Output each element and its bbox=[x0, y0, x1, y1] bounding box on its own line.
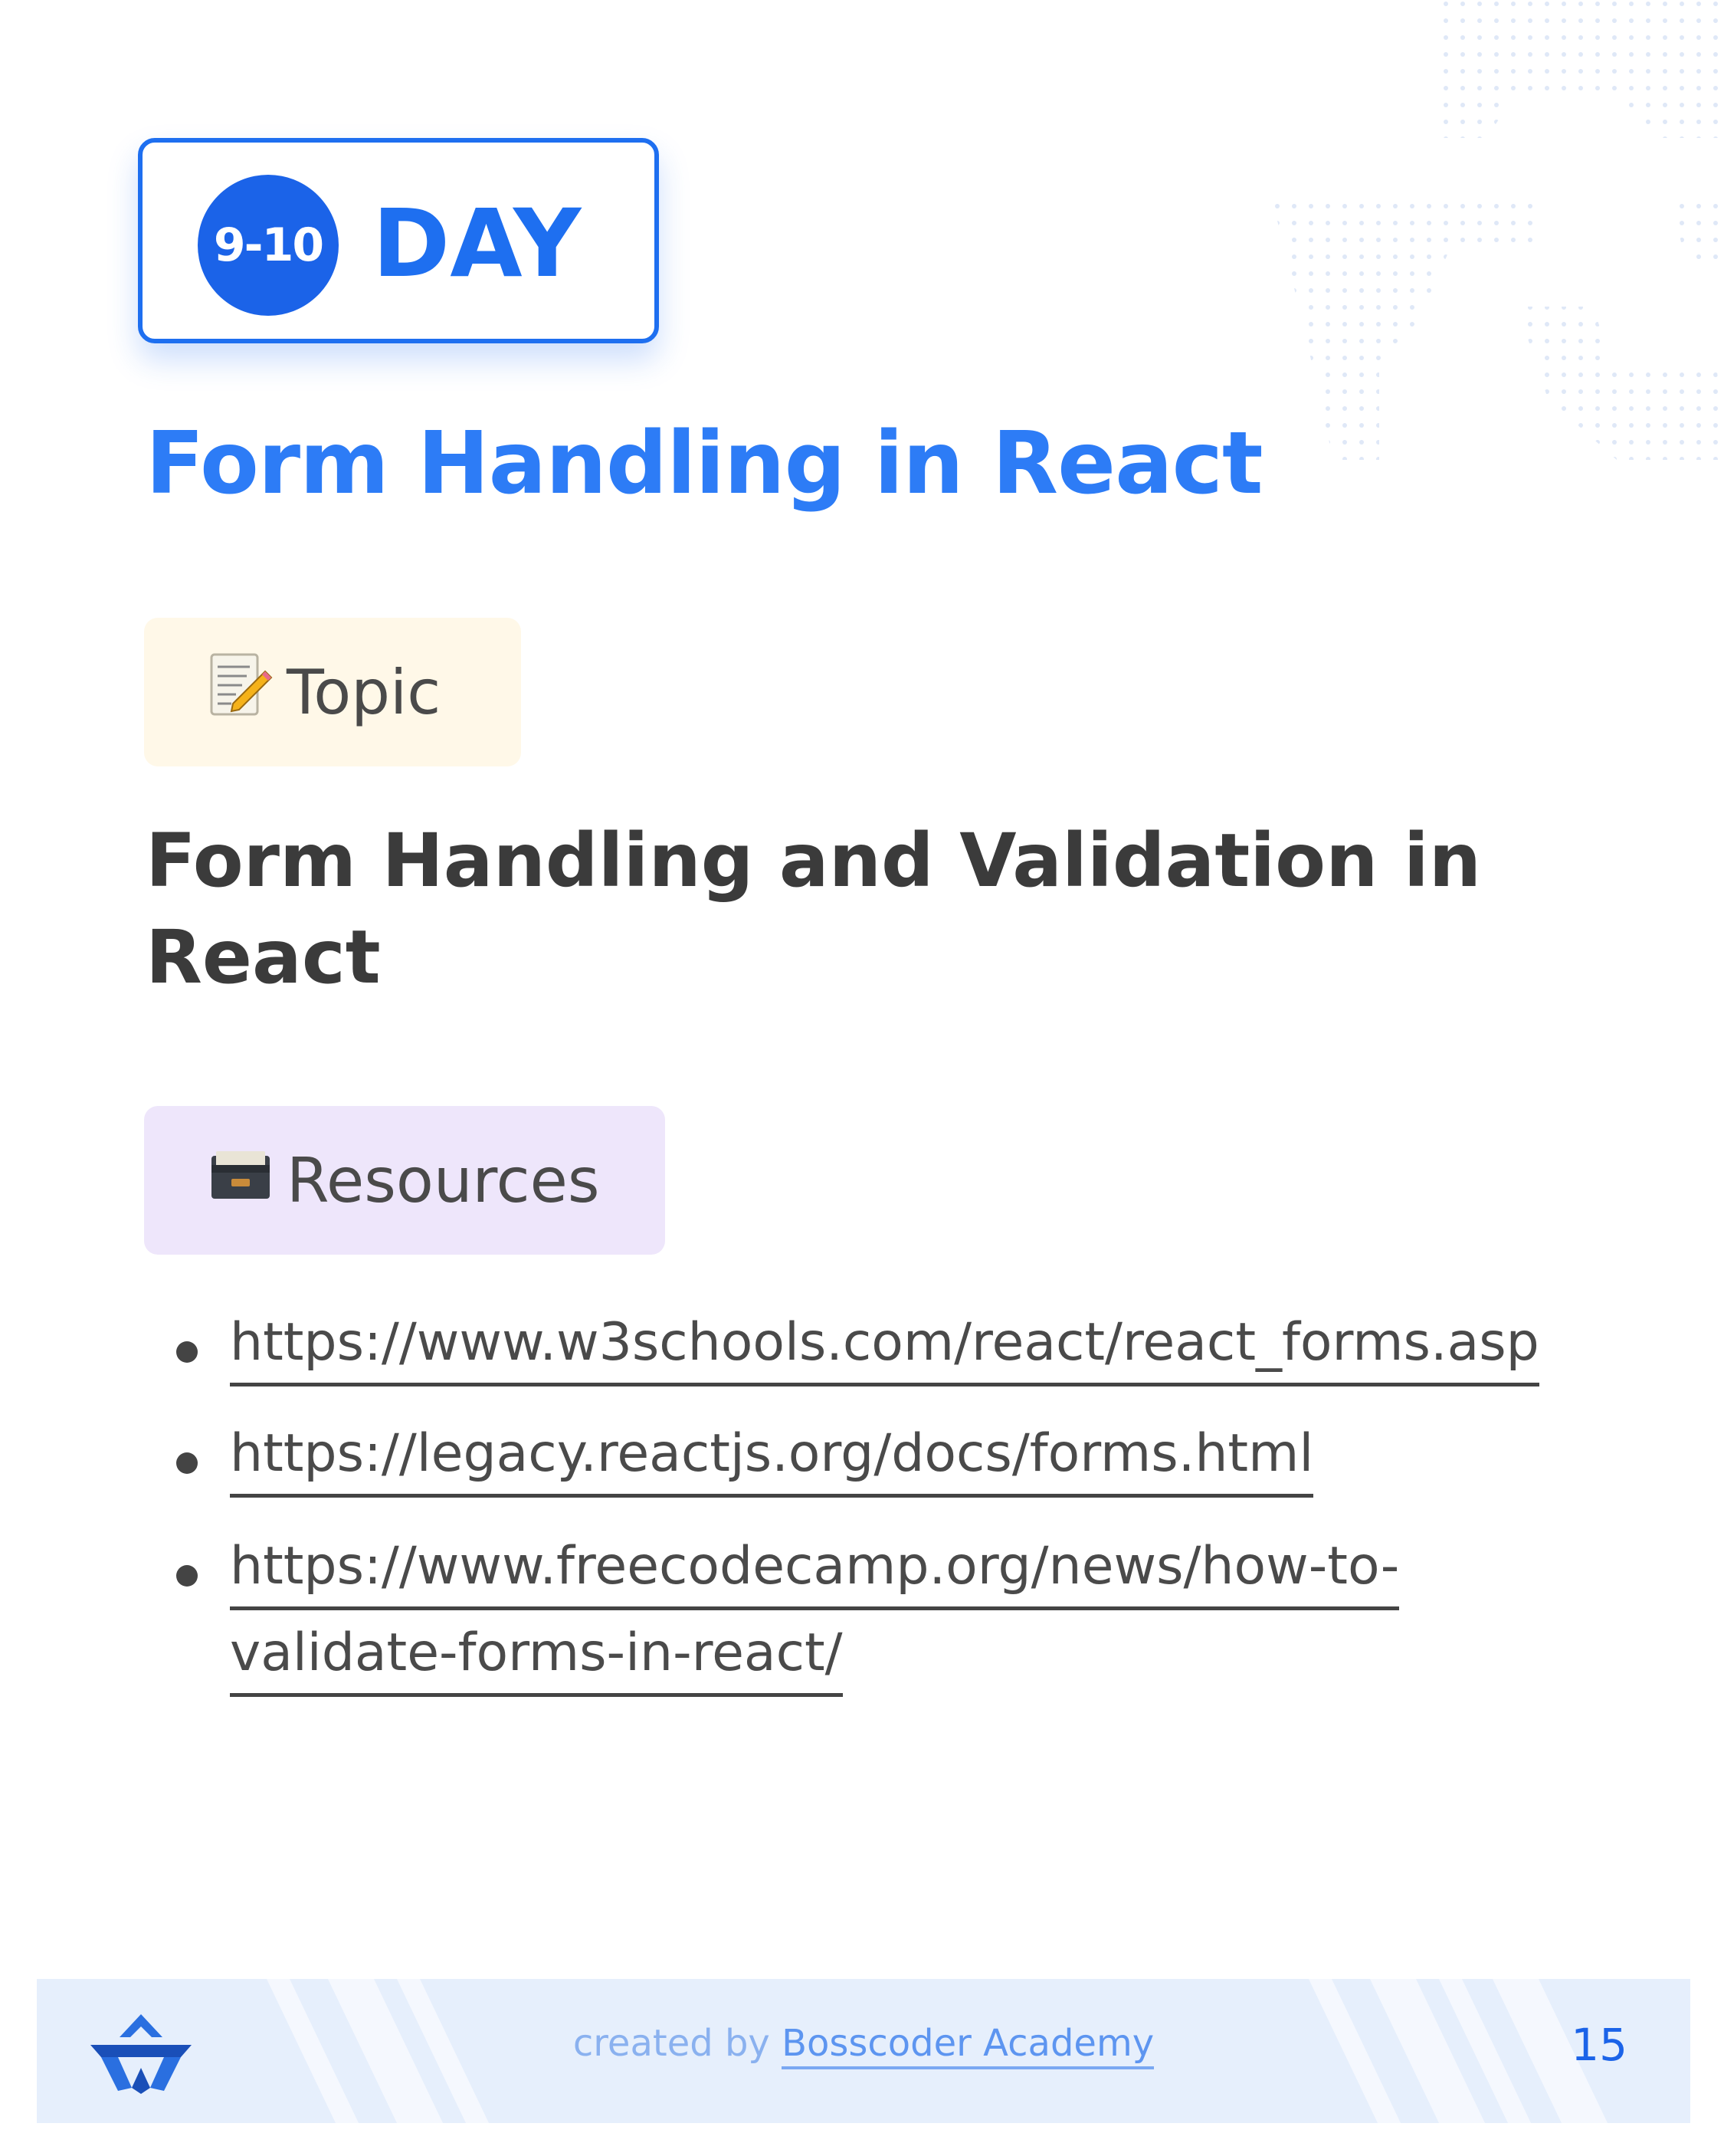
credit-prefix: created by bbox=[572, 2022, 770, 2065]
bullet bbox=[176, 1341, 198, 1363]
resource-link-w3schools[interactable]: https://www.w3schools.com/react/react_fo… bbox=[230, 1303, 1539, 1390]
day-badge: 9-10 DAY bbox=[138, 138, 659, 343]
topic-heading-line2: React bbox=[146, 914, 381, 1000]
decorative-dot-pattern bbox=[1272, 0, 1724, 460]
resources-label: Resources bbox=[287, 1144, 600, 1216]
credit-line: created by Bosscoder Academy bbox=[37, 2022, 1690, 2069]
bullet bbox=[176, 1452, 198, 1474]
link-text-line1: https://www.freecodecamp.org/news/how-to… bbox=[230, 1527, 1400, 1610]
brand-link[interactable]: Bosscoder Academy bbox=[782, 2022, 1155, 2069]
page-title: Form Handling in React bbox=[146, 414, 1264, 514]
topic-heading-line1: Form Handling and Validation in bbox=[146, 818, 1482, 904]
link-text-line2: validate-forms-in-react/ bbox=[230, 1613, 843, 1697]
bullet bbox=[176, 1565, 198, 1587]
card-file-box-icon bbox=[208, 1145, 273, 1216]
resources-label-pill: Resources bbox=[144, 1106, 665, 1255]
topic-label-pill: Topic bbox=[144, 618, 521, 766]
link-text-line1: https://legacy.reactjs.org/docs/forms.ht… bbox=[230, 1414, 1314, 1498]
link-text-line1: https://www.w3schools.com/react/react_fo… bbox=[230, 1303, 1539, 1386]
topic-heading: Form Handling and Validation in React bbox=[146, 812, 1601, 1006]
footer-bar: created by Bosscoder Academy 15 bbox=[37, 1979, 1690, 2123]
resource-link-freecodecamp[interactable]: https://www.freecodecamp.org/news/how-to… bbox=[230, 1527, 1400, 1700]
day-number: 9-10 bbox=[198, 175, 339, 316]
topic-label: Topic bbox=[287, 656, 441, 728]
day-label: DAY bbox=[372, 189, 582, 298]
memo-pencil-icon bbox=[208, 650, 273, 735]
resource-link-reactjs[interactable]: https://legacy.reactjs.org/docs/forms.ht… bbox=[230, 1414, 1314, 1501]
page-number: 15 bbox=[1571, 2019, 1627, 2071]
